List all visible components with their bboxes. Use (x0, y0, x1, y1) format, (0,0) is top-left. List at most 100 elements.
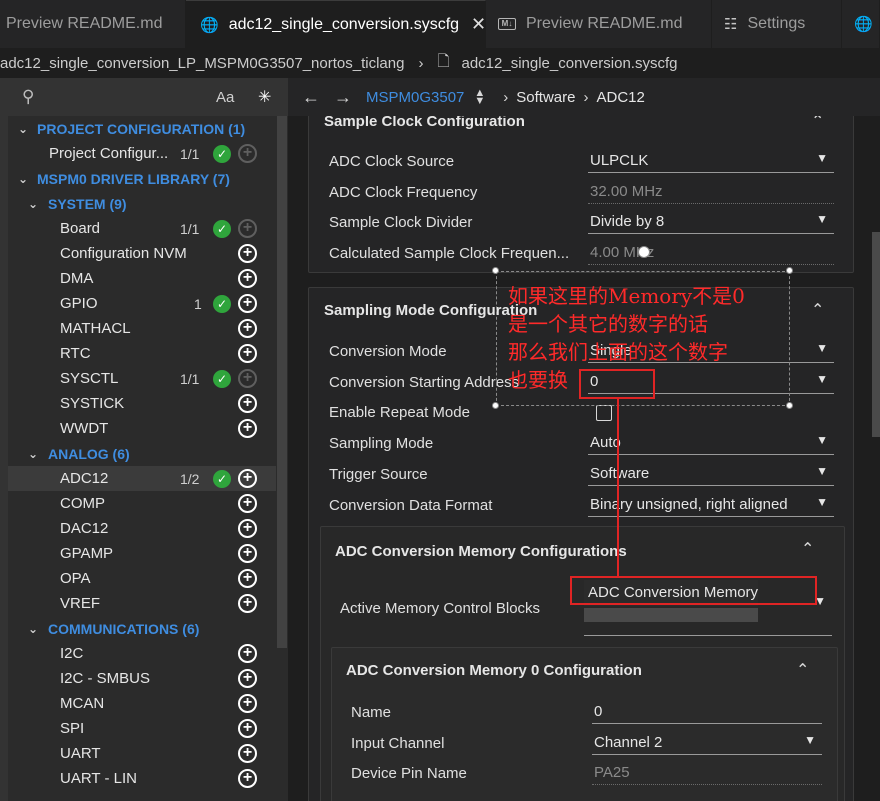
tree-item[interactable]: UART - LIN + (8, 766, 276, 791)
tree-item[interactable]: DMA + (8, 266, 276, 291)
tree-item[interactable]: ADC12 1/2 ✓ + (8, 466, 276, 491)
nav-crumb-adc12[interactable]: ADC12 (596, 89, 644, 106)
collapse-icon[interactable]: ⌃ (796, 660, 809, 680)
tree-item-label: DAC12 (60, 520, 109, 537)
chevron-down-icon[interactable]: ⌄ (28, 622, 38, 636)
add-icon: + (238, 369, 257, 388)
device-selector[interactable]: MSPM0G3507 (366, 89, 464, 106)
add-icon[interactable]: + (238, 344, 257, 363)
tree-item[interactable]: MATHACL + (8, 316, 276, 341)
tree-item[interactable]: SYSCTL 1/1 ✓ + (8, 366, 276, 391)
tree-section[interactable]: ⌄ PROJECT CONFIGURATION (1) (8, 116, 276, 141)
nav-crumb-software[interactable]: Software (516, 89, 575, 106)
filter-icon[interactable]: ✳ (258, 87, 271, 107)
tab-preview-readme-2[interactable]: M↓ Preview README.md (486, 0, 712, 48)
tree-section[interactable]: ⌄ ANALOG (6) (8, 441, 276, 466)
tree-item[interactable]: I2C + (8, 641, 276, 666)
field-label-adc-clock-frequency: ADC Clock Frequency (329, 184, 478, 201)
rotate-handle[interactable] (638, 246, 650, 258)
add-icon[interactable]: + (238, 644, 257, 663)
add-icon[interactable]: + (238, 544, 257, 563)
tree-section[interactable]: ⌄ MSPM0 DRIVER LIBRARY (7) (8, 166, 276, 191)
add-icon[interactable]: + (238, 519, 257, 538)
breadcrumb-project[interactable]: adc12_single_conversion_LP_MSPM0G3507_no… (0, 55, 404, 72)
scrollbar-thumb[interactable] (277, 116, 287, 648)
tree-section[interactable]: ⌄ COMMUNICATIONS (6) (8, 616, 276, 641)
resize-handle[interactable] (786, 267, 793, 274)
scrollbar-thumb[interactable] (872, 232, 880, 437)
forward-arrow-icon[interactable]: → (334, 87, 352, 108)
add-icon[interactable]: + (238, 719, 257, 738)
add-icon[interactable]: + (238, 694, 257, 713)
close-icon[interactable]: ✕ (471, 14, 486, 35)
trigger-source-dropdown[interactable]: Software ▼ (588, 462, 834, 486)
updown-icon[interactable]: ▲ ▼ (474, 88, 485, 107)
tab-syscfg[interactable]: 🌐 adc12_single_conversion.syscfg ✕ (186, 0, 486, 48)
tree-item[interactable]: UART + (8, 741, 276, 766)
chevron-down-icon[interactable]: ⌄ (28, 447, 38, 461)
add-icon[interactable]: + (238, 469, 257, 488)
add-icon[interactable]: + (238, 569, 257, 588)
add-icon[interactable]: + (238, 269, 257, 288)
chevron-down-icon[interactable]: ⌄ (28, 197, 38, 211)
tree-item-label: I2C (60, 645, 84, 662)
tree-item[interactable]: COMP + (8, 491, 276, 516)
main-scrollbar[interactable] (872, 116, 880, 801)
tree-item[interactable]: VREF + (8, 591, 276, 616)
resize-handle[interactable] (492, 402, 499, 409)
tree-item[interactable]: RTC + (8, 341, 276, 366)
add-icon[interactable]: + (238, 319, 257, 338)
module-tree: ⌄ PROJECT CONFIGURATION (1) Project Config… (8, 116, 276, 791)
tab-preview-readme-1[interactable]: Preview README.md (0, 0, 186, 48)
font-toggle-button[interactable]: Aa (216, 89, 234, 106)
adc-clock-source-dropdown[interactable]: ULPCLK ▼ (588, 149, 834, 173)
sampling-mode-dropdown[interactable]: Auto ▼ (588, 431, 834, 455)
enable-repeat-mode-checkbox[interactable] (596, 405, 612, 421)
collapse-icon[interactable]: ⌃ (811, 300, 824, 320)
add-icon[interactable]: + (238, 394, 257, 413)
tree-item[interactable]: DAC12 + (8, 516, 276, 541)
add-icon[interactable]: + (238, 769, 257, 788)
config-navbar: ← → MSPM0G3507 ▲ ▼ › Software › ADC12 (288, 78, 880, 116)
add-icon[interactable]: + (238, 594, 257, 613)
input-channel-dropdown[interactable]: Channel 2 ▼ (592, 731, 822, 755)
field-label-trigger-source: Trigger Source (329, 466, 428, 483)
collapse-icon[interactable]: ⌃ (801, 539, 814, 559)
tree-item[interactable]: OPA + (8, 566, 276, 591)
tree-item[interactable]: Board 1/1 ✓ + (8, 216, 276, 241)
readonly-value: PA25 (594, 764, 630, 781)
add-icon[interactable]: + (238, 244, 257, 263)
tree-item[interactable]: SYSTICK + (8, 391, 276, 416)
tree-item[interactable]: GPIO 1 ✓ + (8, 291, 276, 316)
tree-item[interactable]: I2C - SMBUS + (8, 666, 276, 691)
add-icon[interactable]: + (238, 494, 257, 513)
tree-item[interactable]: Project Configur... 1/1 ✓ + (8, 141, 276, 166)
add-icon[interactable]: + (238, 419, 257, 438)
tree-item[interactable]: GPAMP + (8, 541, 276, 566)
sidebar-scrollbar[interactable] (276, 116, 288, 801)
add-icon[interactable]: + (238, 294, 257, 313)
sample-clock-divider-dropdown[interactable]: Divide by 8 ▼ (588, 210, 834, 234)
tree-item[interactable]: MCAN + (8, 691, 276, 716)
add-icon[interactable]: + (238, 669, 257, 688)
tree-item[interactable]: Configuration NVM + (8, 241, 276, 266)
add-icon[interactable]: + (238, 744, 257, 763)
conversion-data-format-dropdown[interactable]: Binary unsigned, right aligned ▼ (588, 493, 834, 517)
collapse-icon[interactable]: ⌃ (811, 116, 824, 131)
memory-name-input[interactable]: 0 (592, 700, 822, 724)
resize-handle[interactable] (492, 267, 499, 274)
tab-label: Preview README.md (6, 15, 163, 32)
back-arrow-icon[interactable]: ← (302, 87, 320, 108)
tree-section[interactable]: ⌄ SYSTEM (9) (8, 191, 276, 216)
annotation-line: 是一个其它的数字的话 (508, 312, 708, 336)
tree-item[interactable]: SPI + (8, 716, 276, 741)
dropdown-value: Software (590, 465, 650, 482)
tab-settings[interactable]: ☷ Settings (712, 0, 842, 48)
chevron-down-icon[interactable]: ⌄ (18, 122, 28, 136)
tree-item[interactable]: WWDT + (8, 416, 276, 441)
tab-globe-overflow[interactable]: 🌐 (842, 0, 880, 48)
search-icon[interactable]: ⚲ (22, 87, 34, 107)
breadcrumb-file[interactable]: adc12_single_conversion.syscfg (462, 55, 678, 72)
resize-handle[interactable] (786, 402, 793, 409)
chevron-down-icon[interactable]: ⌄ (18, 172, 28, 186)
